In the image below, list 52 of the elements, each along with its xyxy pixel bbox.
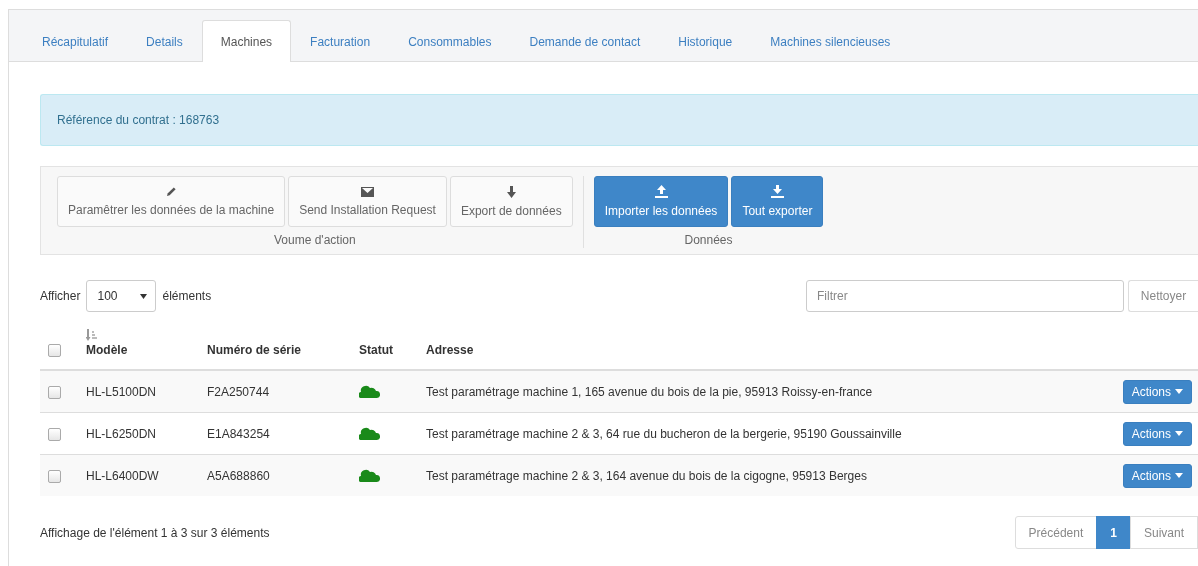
toolbar-button[interactable]: Paramêtrer les données de la machine <box>57 176 286 227</box>
toolbar-button[interactable]: Export de données <box>449 176 573 227</box>
actions-button[interactable]: Actions <box>1122 463 1192 488</box>
select-all-checkbox[interactable] <box>48 344 61 357</box>
tab[interactable]: Details <box>127 21 202 62</box>
caret-icon <box>140 293 148 299</box>
caret-icon <box>1175 431 1183 436</box>
caret-icon <box>1175 473 1183 478</box>
column-header[interactable]: Adresse <box>426 343 474 357</box>
clear-button[interactable]: Nettoyer <box>1128 280 1198 312</box>
table-cell: HL-L5100DN <box>78 370 199 413</box>
page-button[interactable]: 1 <box>1096 516 1131 549</box>
contract-alert: Référence du contrat : 168763 <box>40 94 1198 146</box>
actions-button[interactable]: Actions <box>1122 421 1192 446</box>
group-label: Données <box>684 233 733 247</box>
table-cell: Test paramétrage machine 1, 165 avenue du bois de la pie, 95913 Roissy-en-france <box>418 370 1085 413</box>
toolbar-button[interactable]: Send Installation Request <box>288 176 447 227</box>
table-cell: HL-L6400DW <box>78 454 199 496</box>
table-cell: A5A688860 <box>199 454 351 496</box>
actions-button[interactable]: Actions <box>1122 379 1192 404</box>
envelope-icon <box>361 186 374 197</box>
page-size-select[interactable]: 100 <box>86 280 157 312</box>
show-label: Afficher <box>40 289 81 303</box>
previous-button[interactable]: Précédent <box>1014 516 1098 549</box>
arrow-down-icon <box>506 185 516 198</box>
tab[interactable]: Machines silencieuses <box>751 21 910 62</box>
row-checkbox[interactable] <box>48 469 61 483</box>
column-header[interactable]: Modèle <box>86 343 128 357</box>
column-header[interactable]: Statut <box>359 343 393 357</box>
upload-icon <box>654 185 668 198</box>
toolbar-button[interactable]: Importer les données <box>593 176 729 227</box>
filter-field[interactable]: Filtrer <box>806 280 1124 312</box>
column-header[interactable]: Numéro de série <box>207 343 302 357</box>
table-info: Affichage de l'élément 1 à 3 sur 3 éléments <box>40 525 270 540</box>
table-cell: F2A250744 <box>199 370 351 413</box>
next-button[interactable]: Suivant <box>1129 516 1198 549</box>
row-checkbox[interactable] <box>48 385 61 399</box>
tab[interactable]: Historique <box>659 21 752 62</box>
tab[interactable]: Facturation <box>291 21 390 62</box>
row-checkbox[interactable] <box>48 427 61 441</box>
tab[interactable]: Machines <box>201 20 292 62</box>
entries-label: éléments <box>162 289 212 303</box>
download-icon <box>770 185 784 198</box>
group-label: Voume d'action <box>273 233 356 247</box>
caret-icon <box>1175 389 1183 394</box>
toolbar-button[interactable]: Tout exporter <box>731 176 824 227</box>
sort-icon[interactable] <box>86 329 98 341</box>
tab[interactable]: Récapitulatif <box>23 21 128 62</box>
tab[interactable]: Consommables <box>389 21 511 62</box>
tab[interactable]: Demande de contact <box>510 21 660 62</box>
pencil-icon <box>165 186 177 197</box>
table-cell: Test paramétrage machine 2 & 3, 164 avenue du bois de la cigogne, 95913 Berges <box>418 454 1085 496</box>
